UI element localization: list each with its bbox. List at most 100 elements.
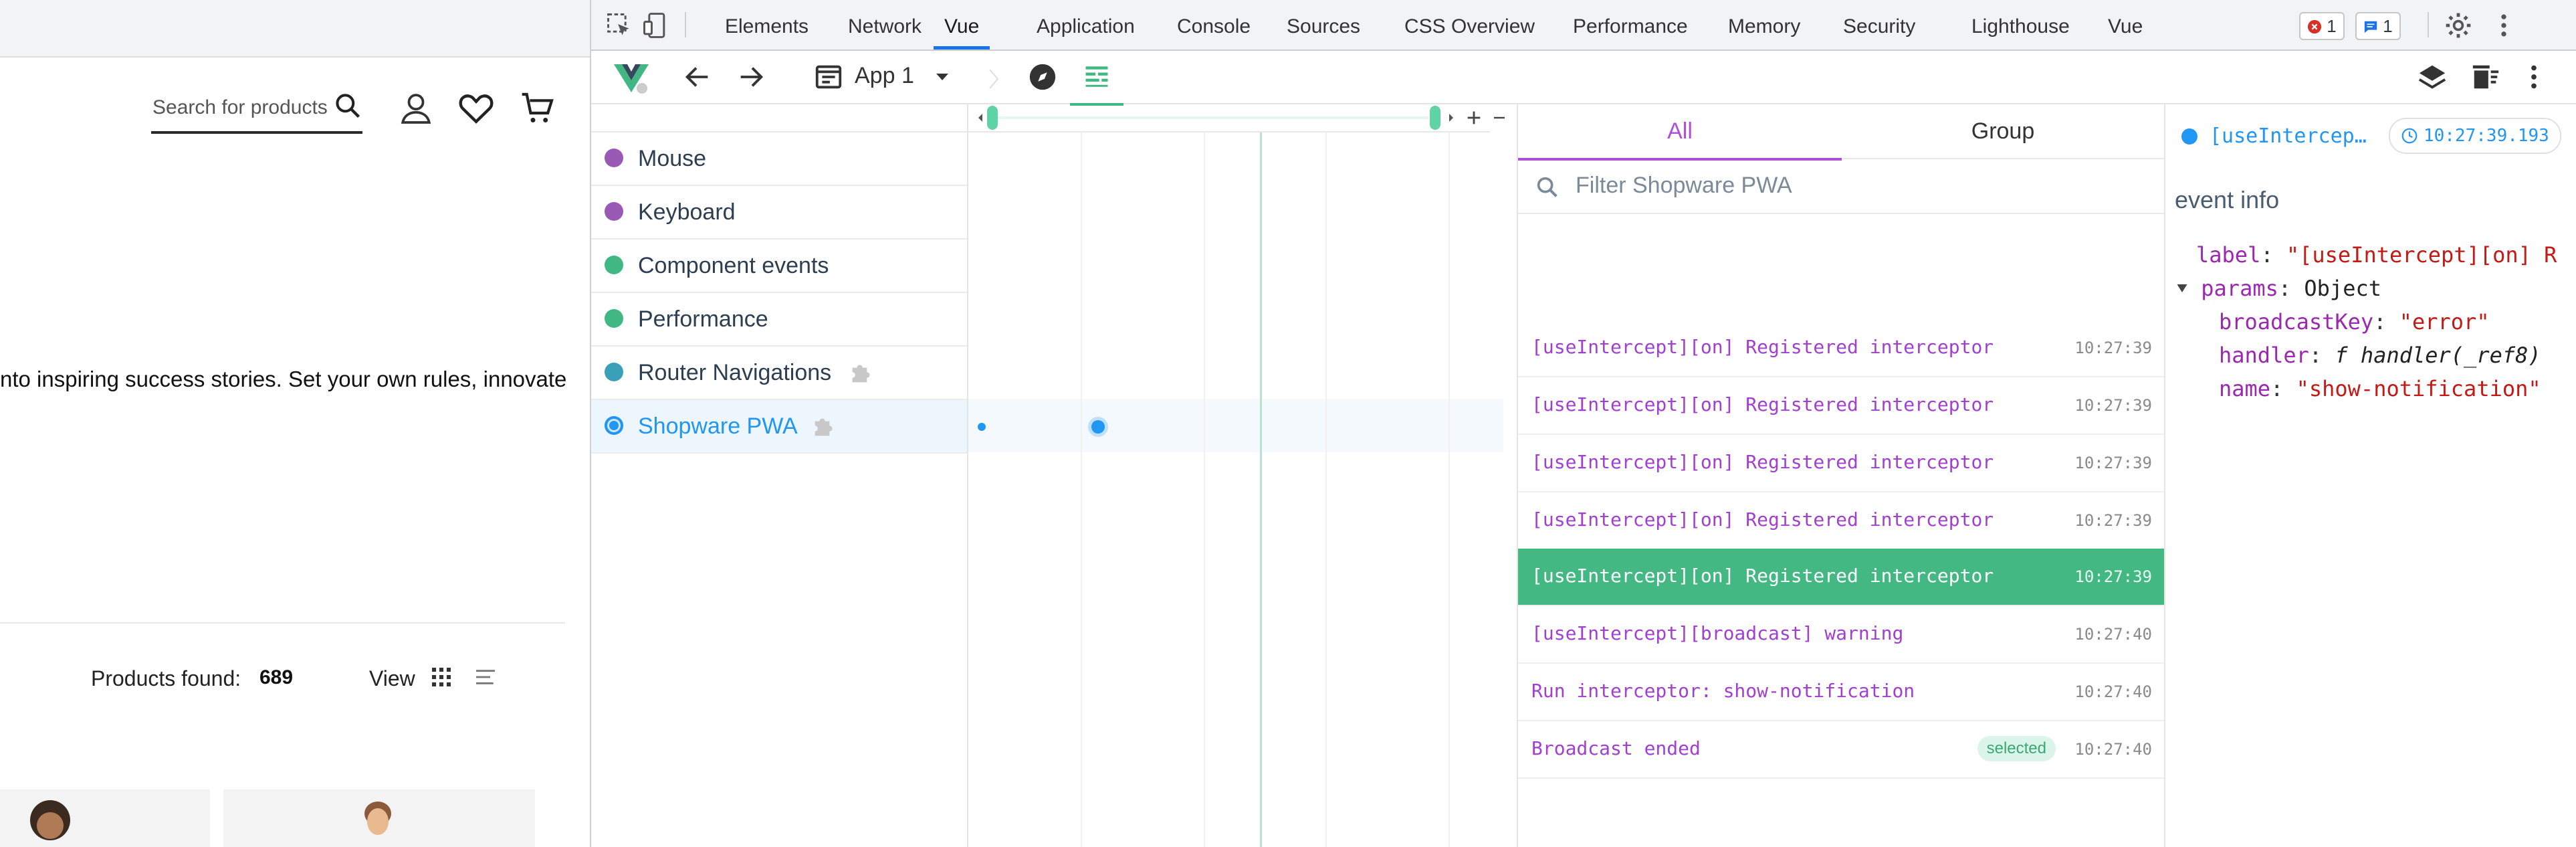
layer-color-dot [605, 149, 623, 167]
layer-shopware-pwa[interactable]: Shopware PWA [591, 400, 967, 454]
inspector-title: [useIntercep… [2210, 124, 2367, 148]
filter-input[interactable]: Filter Shopware PWA [1576, 173, 1792, 199]
tab-elements[interactable]: Elements [725, 0, 809, 50]
search-box[interactable]: Search for products [151, 91, 362, 134]
field-value: Object [2304, 276, 2381, 301]
tab-all-events[interactable]: All [1518, 104, 1842, 161]
event-row[interactable]: [useIntercept][on] Registered intercepto… [1518, 377, 2164, 435]
event-row[interactable]: [useIntercept][on] Registered intercepto… [1518, 435, 2164, 492]
more-options-icon[interactable] [2489, 11, 2518, 40]
zoom-out-icon[interactable] [1491, 108, 1507, 127]
field-label[interactable]: label: "[useIntercept][on] R [2196, 242, 2557, 268]
forward-arrow-icon[interactable] [736, 62, 766, 92]
layer-label: Performance [638, 306, 768, 332]
clear-timeline-icon[interactable] [2470, 62, 2501, 92]
app-selector[interactable]: App 1 [855, 63, 914, 89]
products-found-label: Products found: [91, 666, 241, 690]
website-preview: Search for products nto inspiring succes… [0, 0, 592, 847]
event-row[interactable]: [useIntercept][on] Registered intercepto… [1518, 320, 2164, 377]
field-handler[interactable]: handler: f handler(_ref8) [2219, 343, 2541, 368]
inspect-element-icon[interactable] [605, 11, 634, 40]
tab-security[interactable]: Security [1843, 0, 1915, 50]
layer-label: Router Navigations [638, 360, 832, 385]
more-options-icon[interactable] [2518, 62, 2549, 92]
app-icon [815, 65, 842, 89]
tab-sources[interactable]: Sources [1287, 0, 1360, 50]
grid-line [1448, 132, 1450, 847]
message-count-badge[interactable]: 1 [2355, 12, 2401, 40]
grid-view-icon[interactable] [432, 668, 451, 686]
event-time: 10:27:40 [2074, 625, 2152, 644]
tab-memory[interactable]: Memory [1728, 0, 1800, 50]
layers-icon[interactable] [2417, 62, 2448, 92]
timeline-scrubber[interactable] [968, 104, 1505, 132]
expand-triangle-icon[interactable] [2176, 282, 2188, 294]
tab-vue[interactable]: Vue [934, 0, 990, 50]
account-icon[interactable] [397, 90, 435, 127]
tab-css-overview[interactable]: CSS Overview [1404, 0, 1535, 50]
chevron-down-icon[interactable] [935, 72, 950, 82]
layer-component-events[interactable]: Component events [591, 240, 967, 293]
breadcrumb-chevron-icon [989, 69, 999, 89]
event-title: [useIntercept][broadcast] warning [1531, 622, 1904, 644]
layer-color-dot [605, 309, 623, 328]
event-marker[interactable] [978, 423, 986, 431]
view-label: View [369, 666, 415, 690]
tab-lighthouse[interactable]: Lighthouse [1971, 0, 2070, 50]
settings-gear-icon[interactable] [2444, 11, 2473, 40]
grid-line [1325, 132, 1327, 847]
layer-keyboard[interactable]: Keyboard [591, 186, 967, 240]
grid-line [1081, 132, 1082, 847]
layer-performance[interactable]: Performance [591, 293, 967, 347]
error-count-badge[interactable]: 1 [2299, 12, 2345, 40]
tab-performance[interactable]: Performance [1573, 0, 1688, 50]
field-name[interactable]: name: "show-notification" [2219, 376, 2541, 401]
range-handle-start[interactable] [987, 106, 998, 130]
search-input[interactable]: Search for products [152, 96, 328, 119]
field-broadcast-key[interactable]: broadcastKey: "error" [2219, 309, 2490, 335]
cart-icon[interactable] [519, 90, 556, 127]
products-found-count: 689 [259, 666, 294, 688]
field-key: params [2201, 276, 2278, 301]
range-handle-end[interactable] [1430, 106, 1440, 130]
event-row[interactable]: Broadcast ended selected 10:27:40 [1518, 721, 2164, 779]
product-card[interactable] [0, 789, 210, 847]
explore-compass-icon[interactable] [1027, 62, 1058, 92]
timeline-canvas[interactable] [968, 104, 1505, 847]
selected-layer-row [968, 399, 1503, 452]
event-time: 10:27:39 [2074, 339, 2152, 357]
tab-application[interactable]: Application [1037, 0, 1135, 50]
layer-color-dot [605, 256, 623, 274]
product-card[interactable] [223, 789, 535, 847]
filter-bar[interactable]: Filter Shopware PWA [1518, 161, 2164, 214]
tab-vue-2[interactable]: Vue [2108, 0, 2143, 50]
list-view-icon[interactable] [476, 668, 495, 686]
wishlist-heart-icon[interactable] [457, 90, 495, 127]
field-params[interactable]: params: Object [2176, 276, 2381, 301]
event-row[interactable]: Run interceptor: show-notification 10:27… [1518, 664, 2164, 721]
tab-console[interactable]: Console [1177, 0, 1251, 50]
zoom-in-icon[interactable] [1465, 108, 1483, 127]
tab-network[interactable]: Network [848, 0, 922, 50]
event-marker-selected[interactable] [1091, 420, 1105, 434]
separator [685, 12, 686, 37]
tab-group-events[interactable]: Group [1842, 104, 2164, 159]
search-icon[interactable] [333, 91, 362, 120]
event-row-selected[interactable]: [useIntercept][on] Registered intercepto… [1518, 549, 2164, 606]
field-value: "error" [2399, 309, 2490, 335]
scroll-right-icon[interactable] [1447, 112, 1455, 123]
devtools-panel: Elements Network Vue Application Console… [591, 0, 2576, 847]
timeline-tab[interactable] [1070, 51, 1123, 106]
event-row[interactable]: [useIntercept][on] Registered intercepto… [1518, 492, 2164, 550]
event-title: [useIntercept][on] Registered intercepto… [1531, 508, 1994, 531]
promo-text: nto inspiring success stories. Set your … [0, 367, 567, 391]
event-inspector: [useIntercep… 10:27:39.193 event info la… [2164, 104, 2576, 847]
back-arrow-icon[interactable] [682, 62, 713, 92]
event-row[interactable]: [useIntercept][broadcast] warning 10:27:… [1518, 606, 2164, 664]
scroll-left-icon[interactable] [976, 112, 984, 123]
layer-mouse[interactable]: Mouse [591, 132, 967, 186]
field-key: broadcastKey [2219, 309, 2374, 335]
layer-router-navigations[interactable]: Router Navigations [591, 347, 967, 400]
error-count: 1 [2327, 16, 2337, 36]
device-toolbar-icon[interactable] [641, 11, 670, 40]
